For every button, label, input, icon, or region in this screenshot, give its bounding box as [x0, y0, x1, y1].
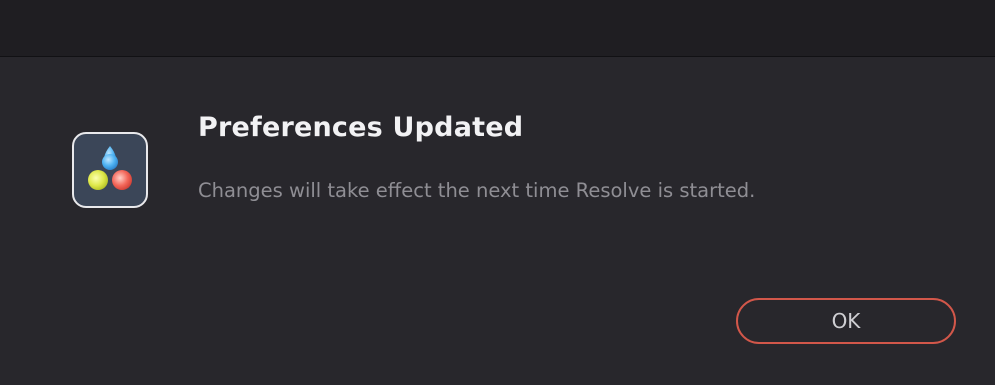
preferences-updated-dialog: Preferences Updated Changes will take ef… [0, 57, 995, 385]
dialog-message: Changes will take effect the next time R… [198, 179, 756, 202]
davinci-resolve-icon [72, 132, 148, 208]
dialog-title: Preferences Updated [198, 112, 524, 143]
window-top-bar [0, 0, 995, 57]
ok-button[interactable]: OK [736, 298, 956, 344]
